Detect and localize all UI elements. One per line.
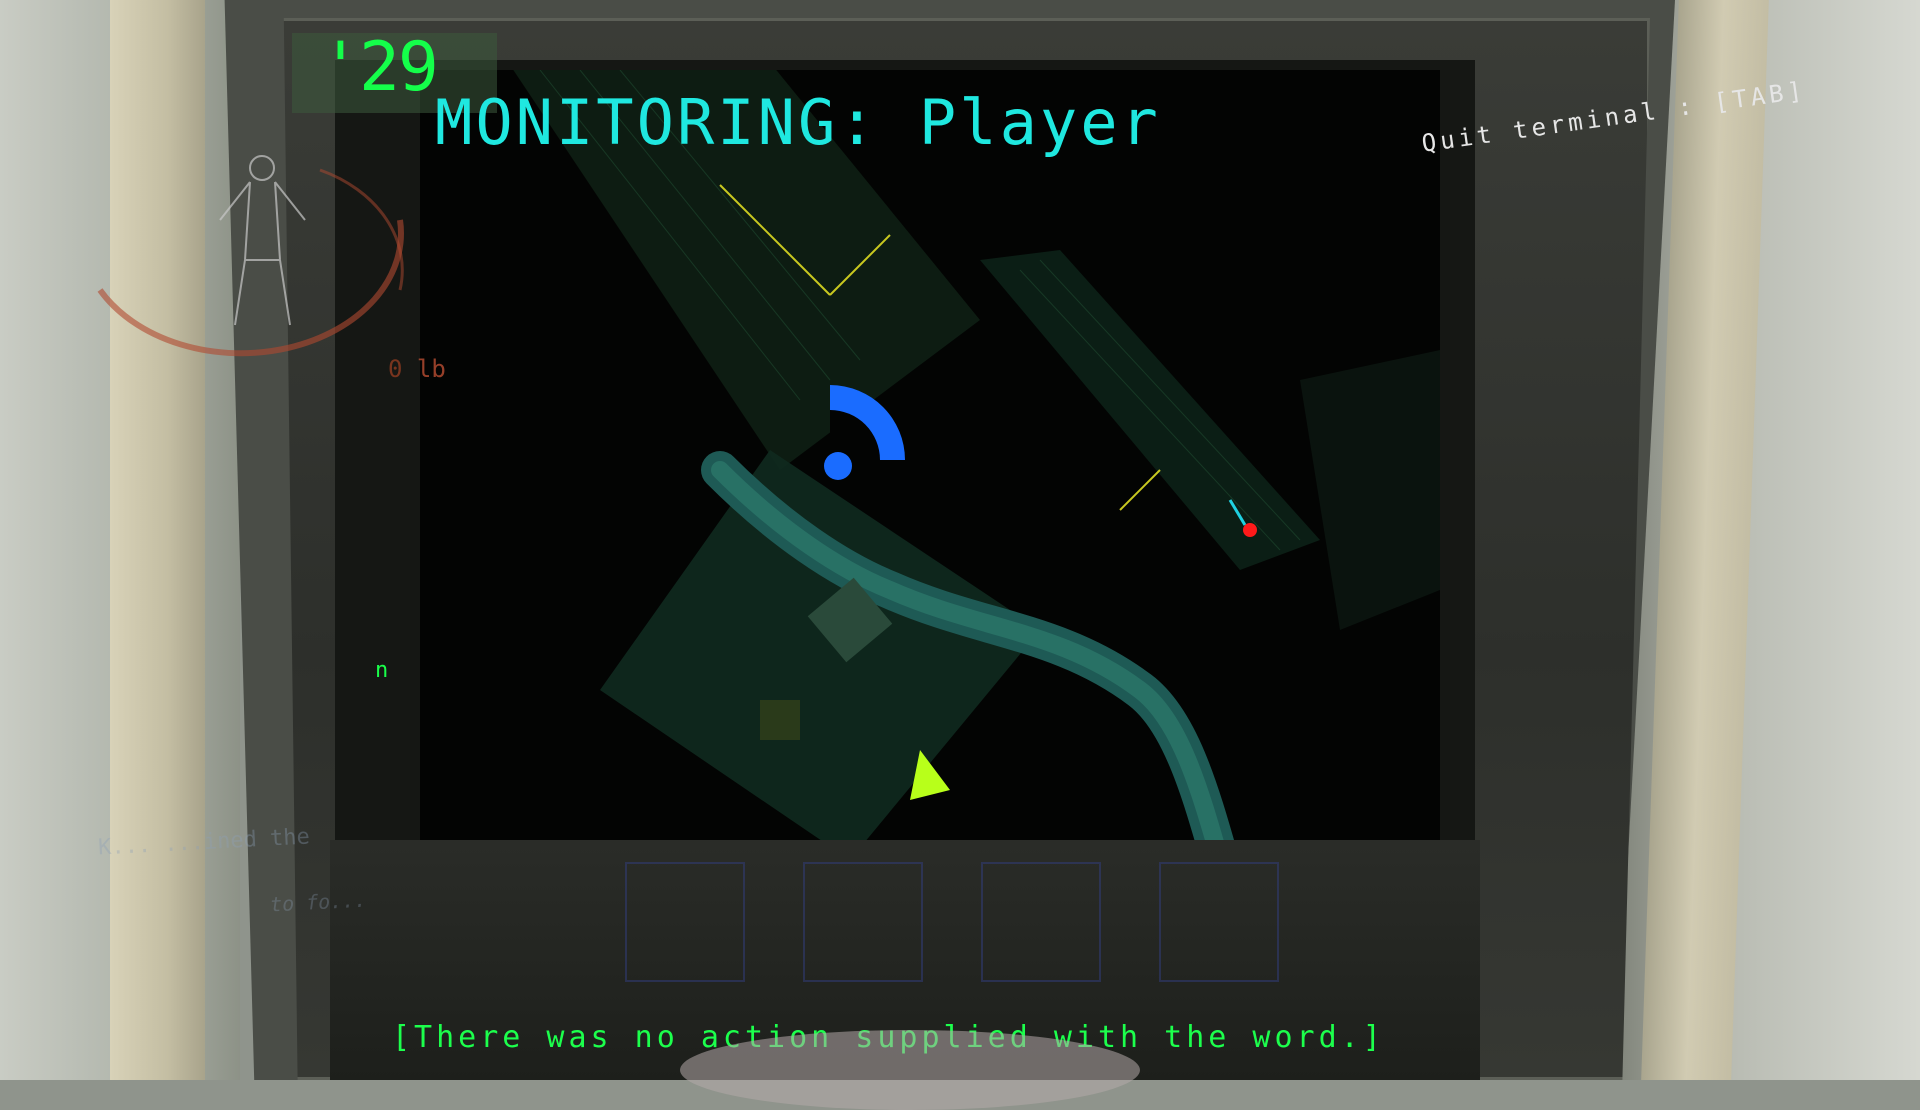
carry-weight: 0 lb (388, 355, 446, 383)
carry-weight-unit: lb (416, 355, 446, 383)
monitoring-label: MONITORING: Player (435, 86, 1161, 159)
player-scanner-icon (97, 155, 404, 357)
scroll-hint: n (375, 658, 389, 683)
chat-message-secondary: to fo... (269, 887, 367, 917)
inventory-slot-3[interactable] (981, 862, 1101, 982)
inventory-slot-2[interactable] (803, 862, 923, 982)
inventory-slots (625, 862, 1285, 982)
player-dot-icon (824, 452, 852, 480)
radar-map (420, 70, 1440, 840)
enemy-marker-icon (1243, 523, 1257, 537)
structure-block-small (760, 700, 800, 740)
terrain-room-southwest (600, 450, 1040, 840)
hud-timer: '29 (320, 28, 439, 107)
terrain-room-east (1300, 350, 1440, 630)
carry-weight-value: 0 (388, 355, 403, 383)
inventory-slot-4[interactable] (1159, 862, 1279, 982)
inventory-slot-1[interactable] (625, 862, 745, 982)
viewmodel-hand (680, 1030, 1140, 1110)
